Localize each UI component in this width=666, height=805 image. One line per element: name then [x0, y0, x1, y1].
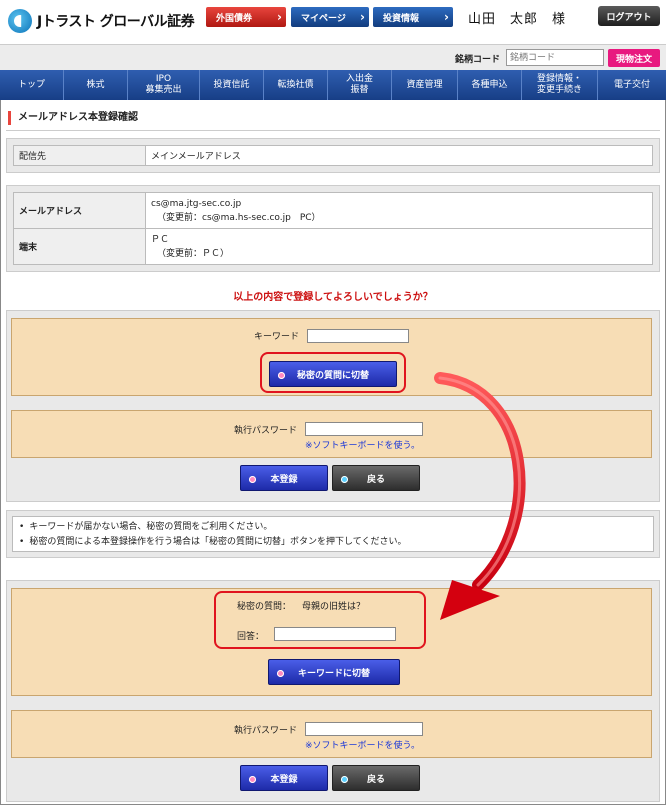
curved-arrow-icon [434, 372, 526, 620]
